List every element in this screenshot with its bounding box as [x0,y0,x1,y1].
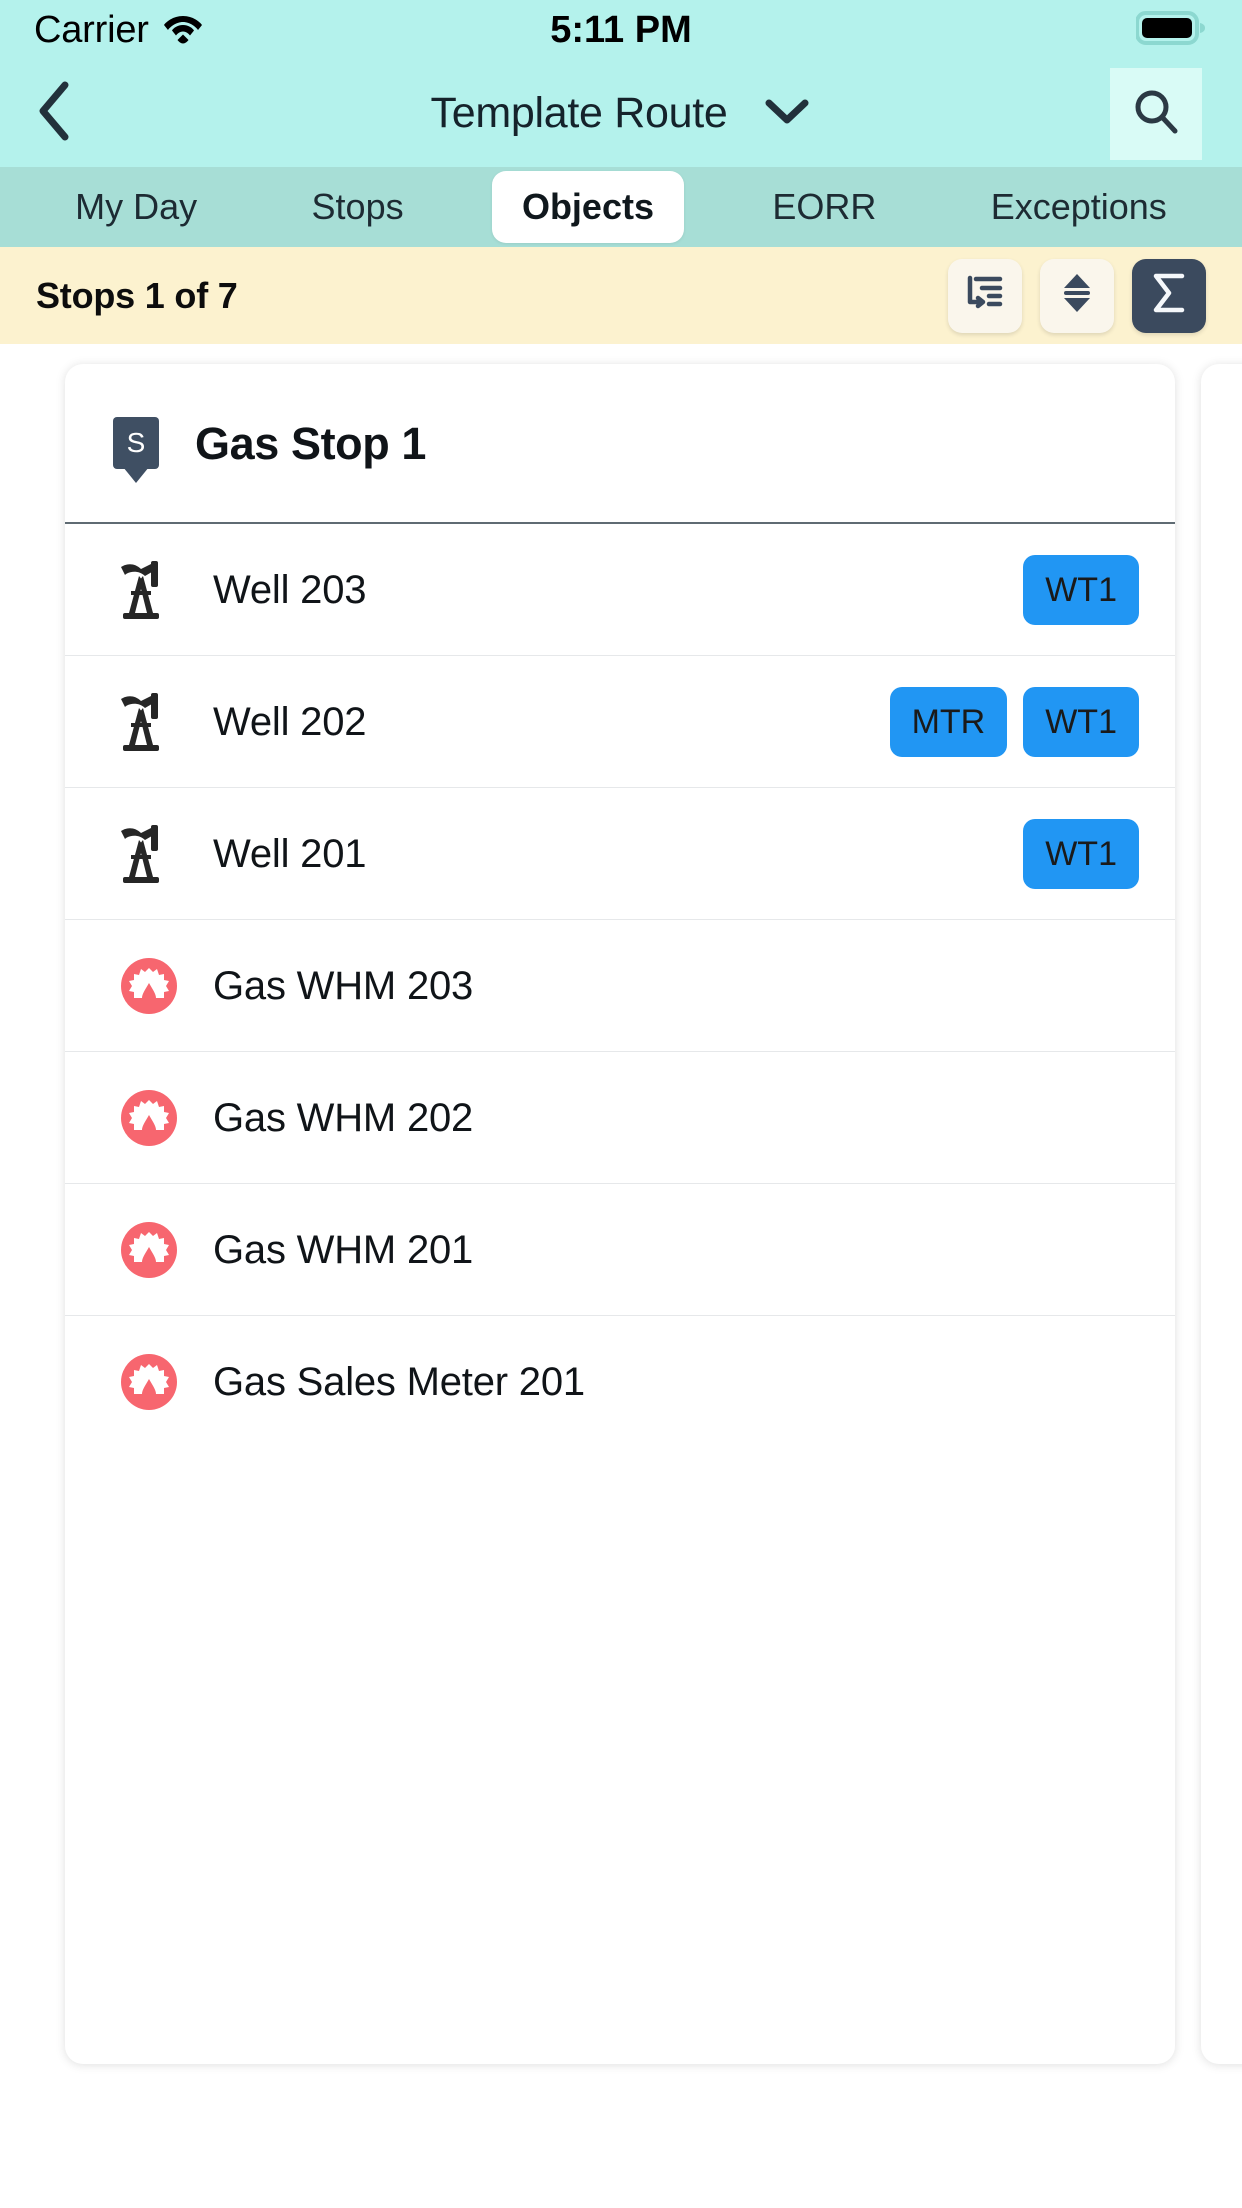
tab-exceptions[interactable]: Exceptions [965,175,1193,239]
tab-objects[interactable]: Objects [491,171,684,243]
wellhead-icon [113,1352,185,1412]
page-title: Template Route [430,89,728,137]
object-tag[interactable]: MTR [889,686,1008,757]
wellhead-icon [113,1088,185,1148]
stop-pin-badge: S [113,417,159,469]
object-label: Gas WHM 201 [213,1227,474,1272]
next-stop-card[interactable] [1201,364,1242,2064]
sub-header-actions [948,258,1206,333]
object-label: Gas WHM 203 [213,963,474,1008]
group-list-button[interactable] [948,258,1022,333]
wifi-icon [163,12,203,49]
tab-eorr[interactable]: EORR [746,175,902,239]
tab-stops[interactable]: Stops [286,175,430,239]
sum-button[interactable] [1132,258,1206,333]
carrier-label: Carrier [34,9,149,51]
nav-title-group: Template Route [0,92,1242,135]
nav-bar: Template Route [0,60,1242,167]
sort-button[interactable] [1040,258,1114,333]
object-tag[interactable]: WT1 [1023,554,1139,625]
object-row[interactable]: Gas Sales Meter 201 [65,1316,1175,1448]
stop-pin-letter: S [126,427,146,458]
stop-card: S Gas Stop 1 Well 203 WT1 Well 202 MTR W… [65,364,1175,2064]
chevron-down-icon[interactable] [763,96,811,131]
sigma-sum-icon [1149,271,1189,320]
object-label: Well 203 [213,567,367,612]
sub-header-bar: Stops 1 of 7 [0,247,1242,344]
object-label: Gas Sales Meter 201 [213,1360,585,1404]
search-icon [1131,87,1181,142]
object-tags: MTR WT1 [889,686,1139,757]
status-bar: Carrier 5:11 PM [0,0,1242,60]
group-list-icon [964,272,1006,319]
object-row[interactable]: Gas WHM 201 [65,1184,1175,1316]
status-bar-left: Carrier [34,11,203,49]
pumpjack-icon [113,823,185,885]
object-row[interactable]: Well 203 WT1 [65,524,1175,656]
stops-count-label: Stops 1 of 7 [36,274,238,316]
back-button[interactable] [0,60,110,167]
object-tag[interactable]: WT1 [1023,686,1139,757]
wellhead-icon [113,956,185,1016]
stop-card-carousel[interactable]: S Gas Stop 1 Well 203 WT1 Well 202 MTR W… [0,364,1242,2064]
tab-my-day[interactable]: My Day [49,175,223,239]
pumpjack-icon [113,691,185,753]
battery-full-icon [1135,10,1208,51]
objects-content: S Gas Stop 1 Well 203 WT1 Well 202 MTR W… [0,344,1242,2208]
search-button[interactable] [1110,68,1202,160]
object-label: Well 202 [213,699,367,744]
object-row[interactable]: Gas WHM 202 [65,1052,1175,1184]
stop-card-header: S Gas Stop 1 [65,364,1175,524]
status-bar-right [1135,10,1208,51]
tab-bar: My Day Stops Objects EORR Exceptions [0,167,1242,247]
object-row[interactable]: Well 201 WT1 [65,788,1175,920]
object-tag[interactable]: WT1 [1023,818,1139,889]
object-label: Gas WHM 202 [213,1095,474,1140]
app-screen: Carrier 5:11 PM Template Route My Day St… [0,0,1242,2208]
object-row[interactable]: Gas WHM 203 [65,920,1175,1052]
object-row[interactable]: Well 202 MTR WT1 [65,656,1175,788]
object-tags: WT1 [1023,818,1139,889]
object-label: Well 201 [213,831,367,876]
wellhead-icon [113,1220,185,1280]
sort-updown-icon [1059,271,1095,320]
chevron-left-icon [33,79,77,148]
object-tags: WT1 [1023,554,1139,625]
stop-title: Gas Stop 1 [195,417,427,469]
pumpjack-icon [113,559,185,621]
